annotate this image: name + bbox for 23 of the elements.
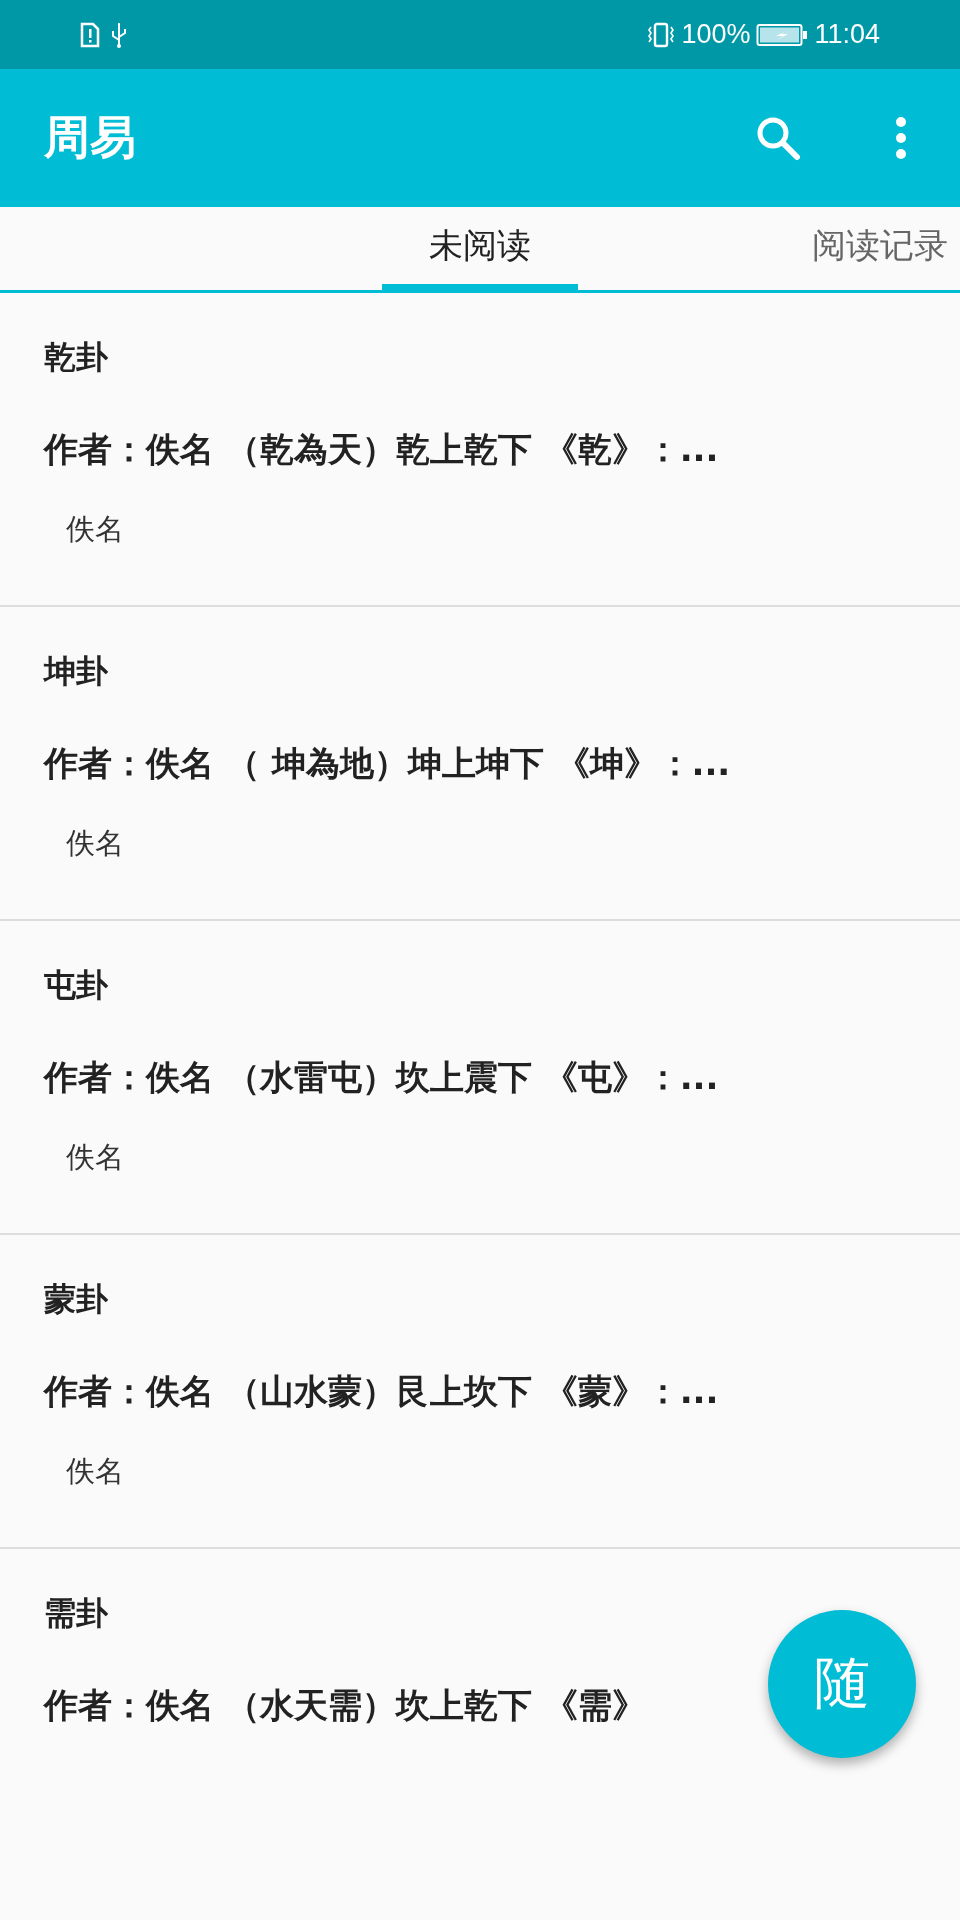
item-author: 佚名 (66, 511, 125, 547)
tab[interactable]: 未阅读 (382, 207, 578, 290)
item-summary: 作者：佚名 （水雷屯）坎上震下 《屯》：... (44, 1056, 719, 1099)
item-title[interactable]: 坤卦 (44, 651, 960, 691)
item-author: 佚名 (66, 825, 125, 861)
usb-icon (110, 21, 128, 48)
item-author: 佚名 (66, 1453, 125, 1489)
sim-alert-icon (80, 21, 100, 48)
item-summary: 作者：佚名 （ 坤為地）坤上坤下 《坤》：... (44, 742, 731, 785)
item-summary: 作者：佚名 （水天需）坎上乾下 《需》 (44, 1684, 646, 1727)
battery-percent: 100% (681, 19, 751, 50)
item-author: 佚名 (66, 1139, 125, 1175)
item-summary: 作者：佚名 （乾為天）乾上乾下 《乾》：... (44, 428, 719, 471)
item-title[interactable]: 乾卦 (44, 337, 960, 377)
battery-charging-icon (756, 22, 809, 47)
item-title[interactable]: 蒙卦 (44, 1279, 960, 1319)
app-title: 周易 (44, 109, 136, 166)
more-menu-icon[interactable] (894, 116, 908, 160)
item-title[interactable]: 屯卦 (44, 965, 960, 1005)
vibrate-icon (647, 21, 676, 48)
clock: 11:04 (814, 19, 880, 50)
item-summary: 作者：佚名 （山水蒙）艮上坎下 《蒙》：... (44, 1370, 719, 1413)
tab[interactable]: 阅读记录 (812, 207, 960, 290)
